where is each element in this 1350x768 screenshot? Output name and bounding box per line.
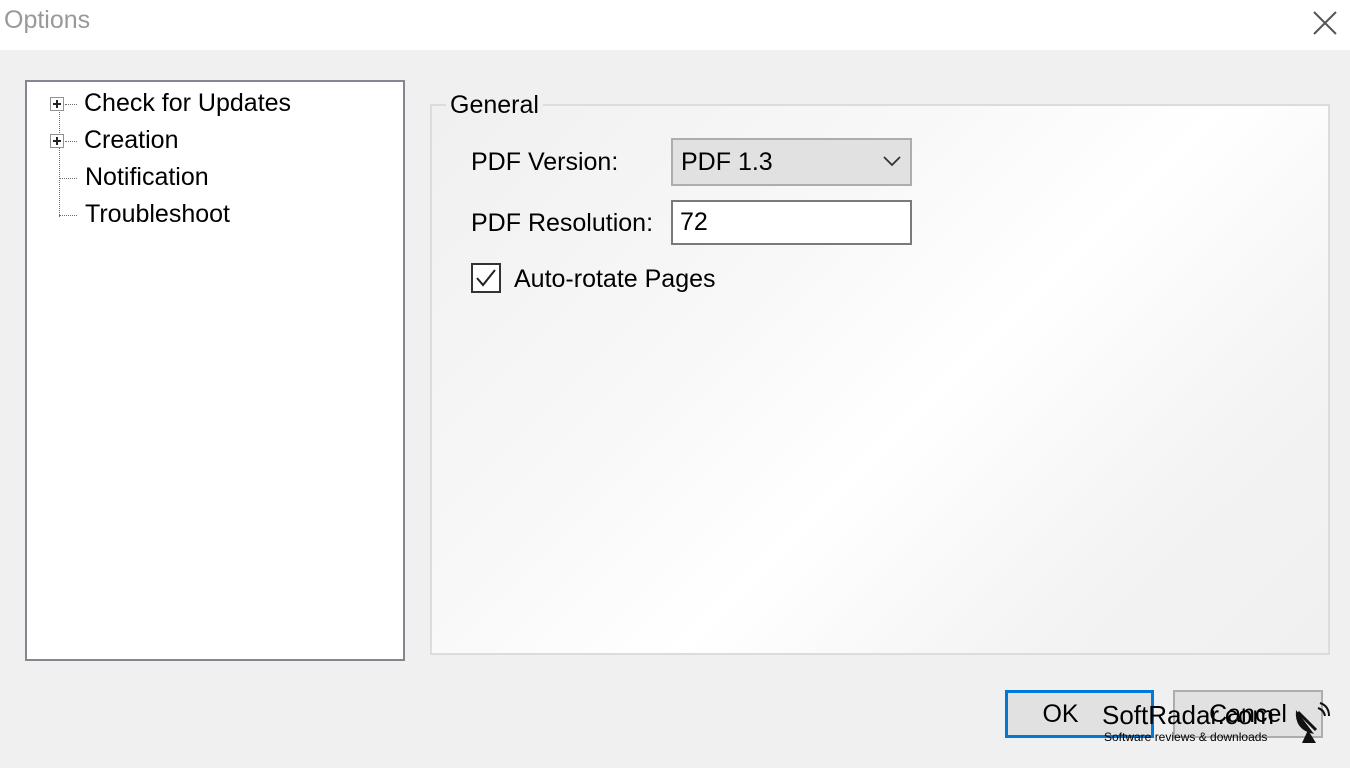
tree-item-label: Troubleshoot: [85, 200, 230, 228]
pdf-version-select[interactable]: PDF 1.3: [671, 138, 912, 186]
chevron-down-icon: [883, 156, 901, 167]
title-bar: Options: [0, 0, 1350, 50]
tree-connector: [59, 178, 77, 179]
pdf-version-label: PDF Version:: [471, 148, 619, 176]
auto-rotate-checkbox[interactable]: [471, 263, 501, 293]
tree-connector: [65, 141, 77, 142]
expand-icon[interactable]: [50, 134, 64, 148]
tree-connector: [65, 104, 77, 105]
tree-connector: [59, 215, 77, 216]
close-button[interactable]: [1300, 0, 1350, 46]
watermark-tagline: Software reviews & downloads: [1104, 730, 1268, 744]
options-tree[interactable]: Check for Updates Creation Notification …: [25, 80, 405, 661]
watermark: SoftRadar.com Software reviews & downloa…: [1102, 700, 1332, 748]
ok-button-label: OK: [1042, 699, 1079, 728]
pdf-resolution-label: PDF Resolution:: [471, 209, 654, 237]
general-group: [430, 104, 1330, 655]
pdf-resolution-field[interactable]: 72: [671, 200, 912, 245]
pdf-version-value: PDF 1.3: [681, 148, 773, 176]
tree-item-label: Check for Updates: [84, 89, 292, 117]
auto-rotate-label[interactable]: Auto-rotate Pages: [514, 265, 716, 294]
watermark-brand: SoftRadar.com: [1102, 700, 1274, 730]
satellite-dish-icon: [1295, 702, 1330, 743]
tree-connector-line: [59, 112, 60, 217]
tree-item-label: Creation: [84, 126, 179, 154]
tree-item-label: Notification: [85, 163, 209, 191]
expand-icon[interactable]: [50, 97, 64, 111]
window-title: Options: [4, 6, 91, 34]
checkmark-icon: [476, 269, 496, 287]
close-icon: [1313, 11, 1337, 35]
general-group-legend: General: [446, 91, 543, 120]
